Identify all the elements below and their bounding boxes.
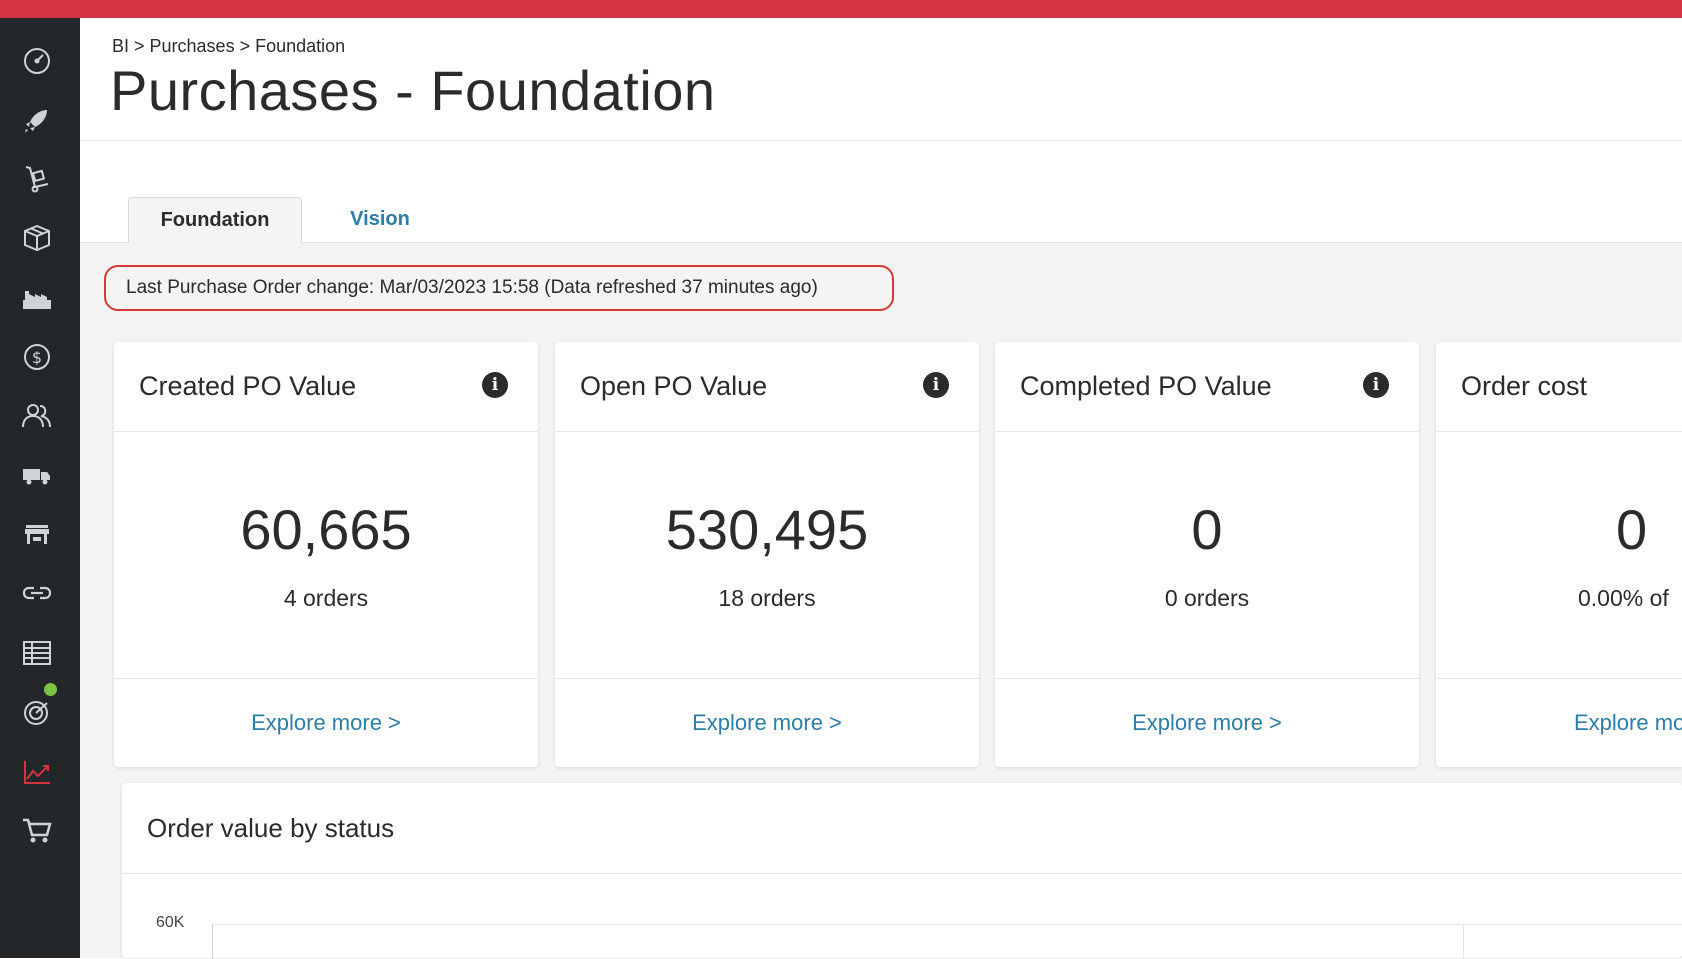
- sidebar-nav: $: [0, 18, 80, 958]
- tab-foundation[interactable]: Foundation: [128, 197, 302, 243]
- link-icon[interactable]: [16, 572, 58, 614]
- radar-icon[interactable]: [16, 683, 58, 733]
- last-change-notice: Last Purchase Order change: Mar/03/2023 …: [104, 265, 894, 311]
- explore-more-link[interactable]: Explore more >: [114, 710, 538, 736]
- card-header: Completed PO Value i: [995, 342, 1419, 432]
- tab-bar: Foundation Vision: [80, 141, 1682, 243]
- card-title: Created PO Value: [139, 371, 357, 401]
- kpi-card-completed-po: Completed PO Value i 0 0 orders Explore …: [995, 342, 1419, 767]
- explore-more-link[interactable]: Explore more: [1574, 710, 1682, 736]
- card-subtext: 4 orders: [283, 585, 369, 611]
- dollar-icon[interactable]: $: [16, 336, 58, 378]
- gridline: [1463, 925, 1464, 959]
- cart-icon[interactable]: [16, 810, 58, 852]
- dashboard-icon[interactable]: [16, 40, 58, 82]
- users-icon[interactable]: [16, 395, 58, 437]
- info-icon[interactable]: i: [1363, 372, 1389, 398]
- factory-icon[interactable]: [16, 276, 58, 318]
- hand-truck-icon[interactable]: [16, 158, 58, 200]
- store-icon[interactable]: [16, 513, 58, 555]
- chart-header: Order value by status: [122, 783, 1682, 874]
- svg-text:$: $: [32, 348, 42, 367]
- card-title: Open PO Value: [580, 371, 768, 401]
- page-header: BI > Purchases > Foundation Purchases - …: [80, 18, 1682, 141]
- kpi-card-order-cost: Order cost 0 0.00% of Explore more: [1436, 342, 1682, 767]
- page-title: Purchases - Foundation: [110, 59, 716, 122]
- tab-vision[interactable]: Vision: [320, 197, 440, 242]
- card-subtext: 18 orders: [718, 585, 816, 611]
- explore-more-link[interactable]: Explore more >: [555, 710, 979, 736]
- info-icon[interactable]: i: [482, 372, 508, 398]
- card-title: Order cost: [1461, 371, 1588, 401]
- y-axis-tick: 60K: [156, 914, 185, 931]
- breadcrumb[interactable]: BI > Purchases > Foundation: [112, 36, 345, 57]
- table-icon[interactable]: [16, 632, 58, 674]
- top-accent-bar: [0, 0, 1682, 18]
- card-subtext: 0.00% of: [1578, 585, 1669, 611]
- card-footer: Explore more >: [555, 678, 979, 768]
- card-value: 0: [1191, 498, 1223, 561]
- card-value: 0: [1616, 498, 1648, 561]
- status-dot: [44, 683, 57, 696]
- info-icon[interactable]: i: [923, 372, 949, 398]
- card-footer: Explore more >: [114, 678, 538, 768]
- card-subtext: 0 orders: [1164, 585, 1250, 611]
- card-value: 530,495: [665, 498, 869, 561]
- card-footer: Explore more: [1436, 678, 1682, 767]
- card-footer: Explore more >: [995, 678, 1419, 768]
- card-header: Created PO Value i: [114, 342, 538, 432]
- card-title: Completed PO Value: [1020, 371, 1272, 401]
- card-value: 60,665: [240, 498, 412, 561]
- order-value-chart-panel: Order value by status 60K: [122, 783, 1682, 959]
- explore-more-link[interactable]: Explore more >: [995, 710, 1419, 736]
- truck-icon[interactable]: [16, 454, 58, 496]
- kpi-card-open-po: Open PO Value i 530,495 18 orders Explor…: [555, 342, 979, 767]
- card-header: Order cost: [1436, 342, 1682, 432]
- trend-chart-icon[interactable]: [16, 751, 58, 793]
- package-icon[interactable]: [16, 217, 58, 259]
- chart-title: Order value by status: [147, 813, 395, 843]
- rocket-icon[interactable]: [16, 100, 58, 142]
- dashboard-content: Last Purchase Order change: Mar/03/2023 …: [80, 243, 1682, 959]
- kpi-card-created-po: Created PO Value i 60,665 4 orders Explo…: [114, 342, 538, 767]
- chart-plot-area: [212, 924, 1682, 959]
- card-header: Open PO Value i: [555, 342, 979, 432]
